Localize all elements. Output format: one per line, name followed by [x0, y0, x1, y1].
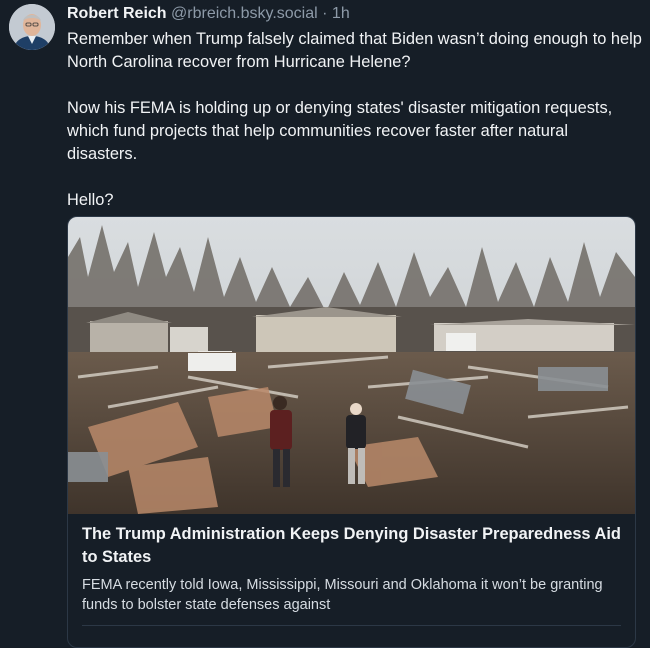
author-name[interactable]: Robert Reich [67, 5, 167, 22]
post-paragraph: Hello? [67, 191, 114, 209]
link-card[interactable]: The Trump Administration Keeps Denying D… [67, 216, 636, 648]
post-paragraph: Remember when Trump falsely claimed that… [67, 30, 642, 71]
link-card-image[interactable] [68, 217, 635, 514]
post-paragraph: Now his FEMA is holding up or denying st… [67, 99, 613, 163]
link-card-divider [82, 625, 621, 626]
timestamp[interactable]: 1h [332, 5, 350, 22]
link-card-body: The Trump Administration Keeps Denying D… [68, 514, 635, 626]
link-card-title[interactable]: The Trump Administration Keeps Denying D… [82, 523, 621, 569]
post-text: Remember when Trump falsely claimed that… [67, 28, 642, 212]
separator: · [322, 5, 328, 22]
author-handle[interactable]: @rbreich.bsky.social [171, 5, 318, 22]
link-card-description: FEMA recently told Iowa, Mississippi, Mi… [82, 577, 603, 613]
avatar[interactable] [9, 4, 55, 50]
post: Robert Reich @rbreich.bsky.social · 1h R… [67, 4, 642, 212]
post-header: Robert Reich @rbreich.bsky.social · 1h [67, 4, 642, 24]
